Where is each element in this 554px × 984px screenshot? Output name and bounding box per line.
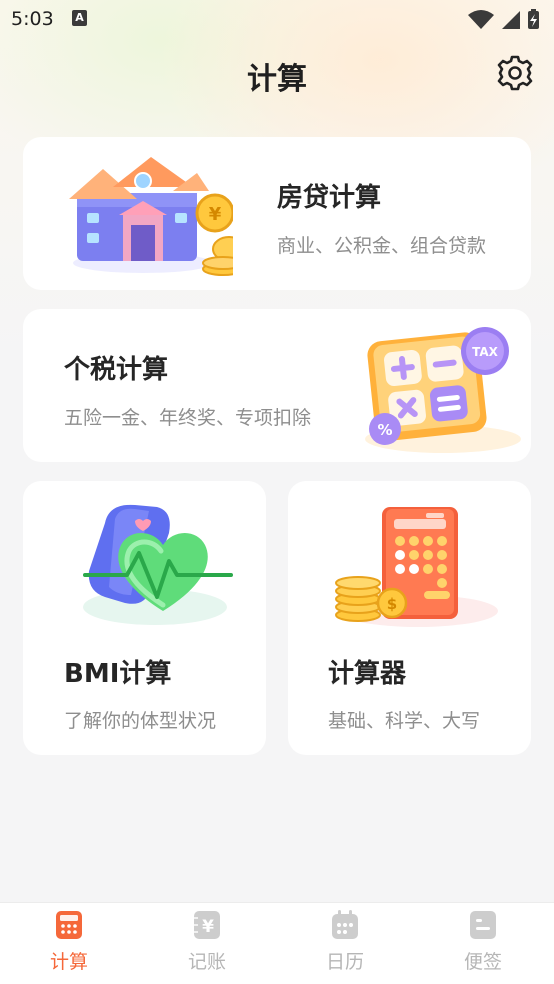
bmi-title: BMI计算: [64, 659, 172, 689]
tax-subtitle: 五险一金、年终奖、专项扣除: [64, 407, 312, 429]
cellular-signal-icon: [502, 11, 520, 29]
status-time: 5:03: [11, 8, 54, 30]
calculator-coins-icon: $: [335, 507, 498, 627]
bmi-card[interactable]: BMI计算 了解你的体型状况: [23, 481, 266, 755]
bottom-nav: 计算 ¥ 记账 日历 便签: [0, 902, 554, 984]
svg-text:¥: ¥: [209, 204, 222, 225]
calculator-card[interactable]: $ 计算器 基础、科学、大写: [288, 481, 531, 755]
nav-label-notes: 便签: [463, 951, 502, 973]
yuan-ledger-icon: ¥: [194, 911, 220, 939]
header: 计算: [0, 46, 554, 102]
tax-badge: TAX: [472, 345, 499, 359]
nav-label-calculate: 计算: [49, 951, 88, 973]
svg-text:¥: ¥: [202, 917, 214, 937]
calendar-icon: [332, 910, 358, 939]
wifi-icon: [468, 10, 494, 29]
status-icons: [468, 9, 539, 29]
svg-text:$: $: [387, 595, 397, 613]
mortgage-card[interactable]: ¥ 房贷计算 商业、公积金、组合贷款: [23, 137, 531, 290]
gear-icon: [497, 55, 533, 91]
calculator-subtitle: 基础、科学、大写: [328, 710, 481, 732]
nav-label-ledger: 记账: [187, 951, 226, 973]
note-icon: [470, 911, 496, 939]
nav-item-notes[interactable]: 便签: [414, 903, 552, 984]
battery-icon: [528, 9, 539, 29]
bmi-subtitle: 了解你的体型状况: [64, 710, 217, 732]
svg-text:%: %: [377, 421, 392, 439]
mortgage-title: 房贷计算: [277, 183, 382, 213]
status-bar: 5:03 A: [0, 0, 554, 38]
mortgage-subtitle: 商业、公积金、组合贷款: [277, 235, 487, 257]
tax-card[interactable]: 个税计算 五险一金、年终奖、专项扣除 TAX %: [23, 309, 531, 462]
nav-item-ledger[interactable]: ¥ 记账: [138, 903, 276, 984]
calculator-title: 计算器: [328, 659, 407, 689]
nav-item-calculate[interactable]: 计算: [0, 903, 138, 984]
nav-label-calendar: 日历: [325, 951, 364, 973]
calculator-icon: [56, 911, 82, 939]
tax-calculator-icon: TAX %: [365, 327, 521, 453]
tax-title: 个税计算: [64, 355, 169, 385]
heart-watch-icon: [83, 504, 233, 625]
settings-button[interactable]: [494, 52, 536, 94]
house-coins-icon: ¥: [69, 157, 233, 276]
nav-item-calendar[interactable]: 日历: [276, 903, 414, 984]
page-title: 计算: [247, 62, 307, 97]
notification-icon: A: [72, 10, 87, 26]
